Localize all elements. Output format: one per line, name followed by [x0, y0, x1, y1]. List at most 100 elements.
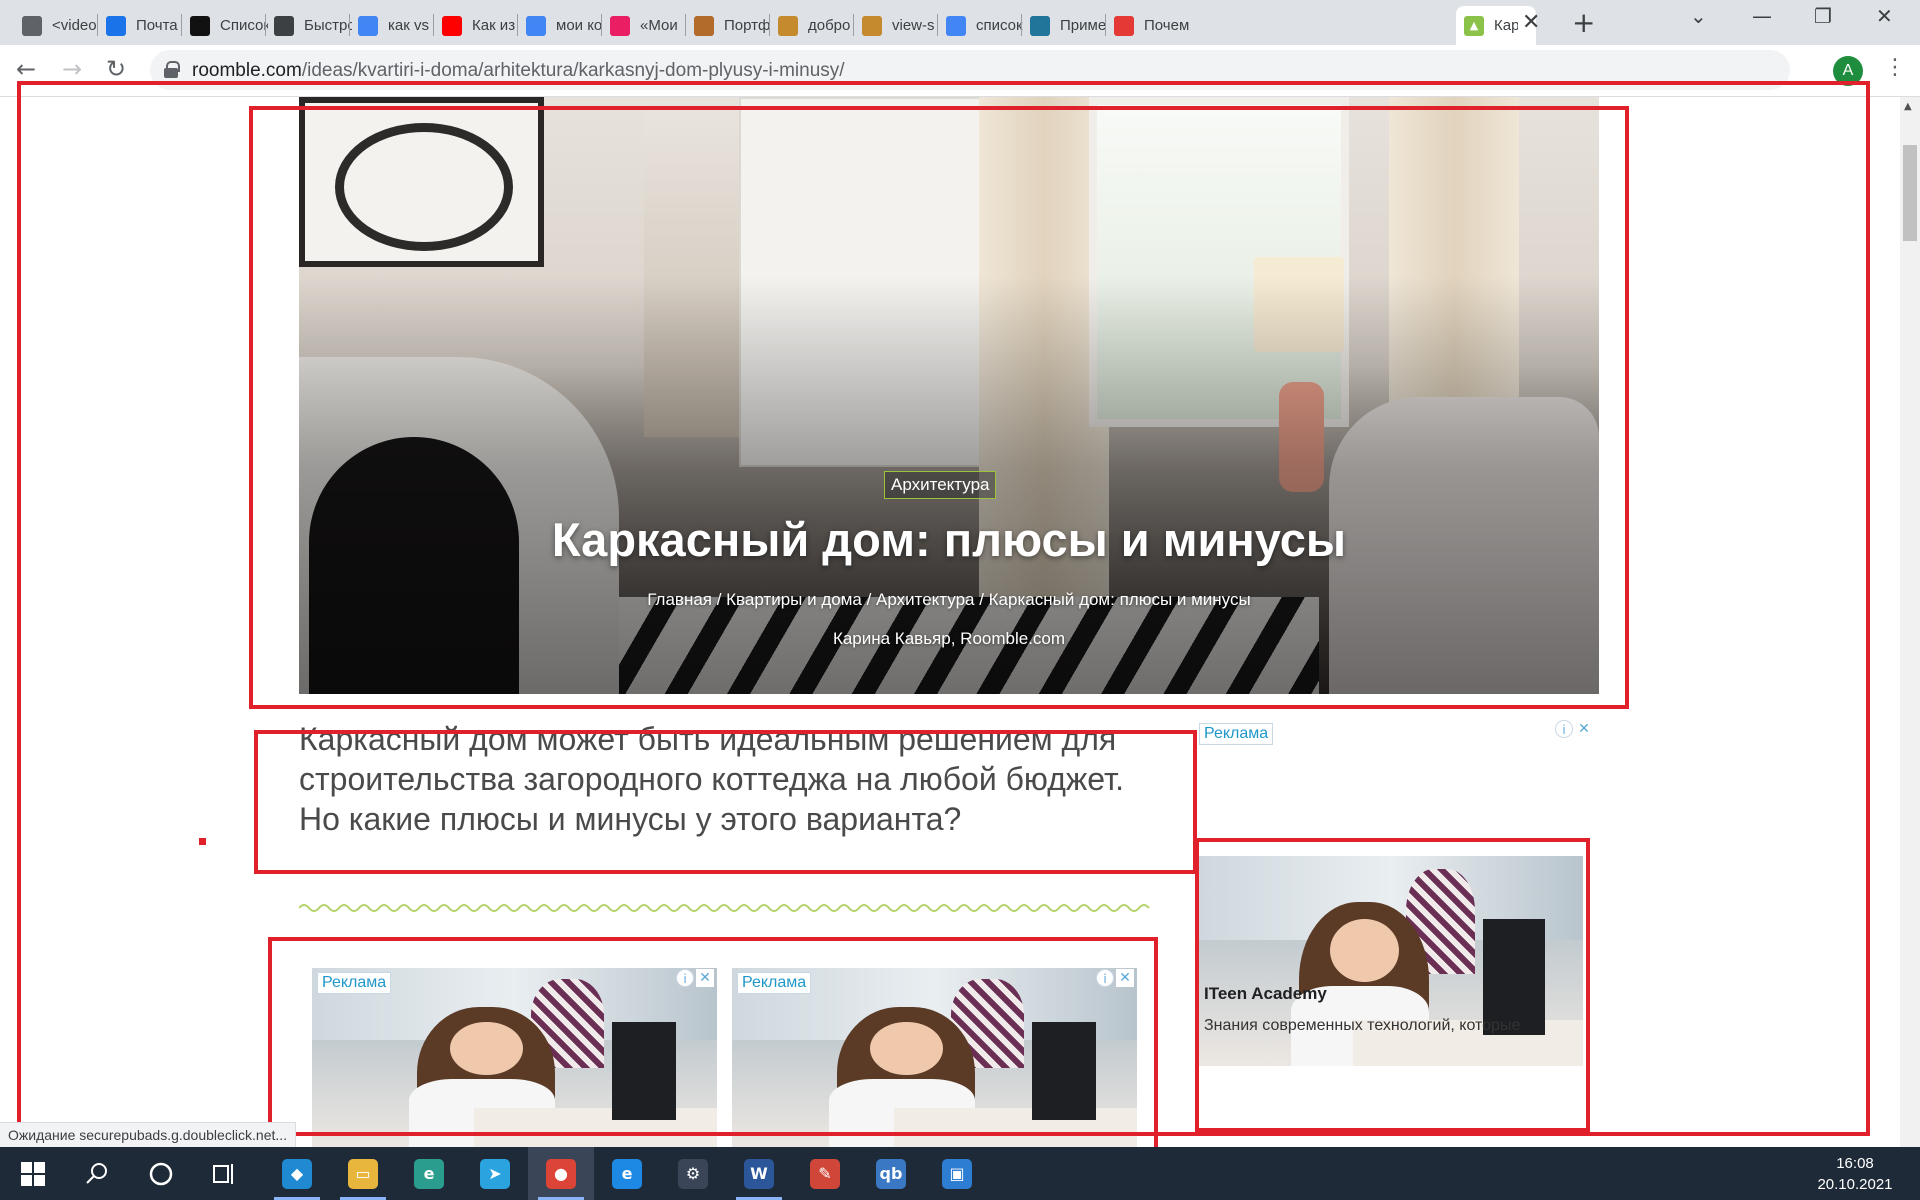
tab-separator — [433, 14, 434, 36]
tab-2[interactable]: Почта — [98, 6, 192, 45]
page-scrollbar[interactable]: ▲ — [1900, 97, 1920, 1147]
tab-separator — [853, 14, 854, 36]
triangle-icon — [862, 15, 882, 36]
tab-search-icon[interactable]: ⌄ — [1690, 4, 1707, 28]
tab-title: Почем — [1144, 17, 1190, 34]
tab-title: список — [976, 17, 1023, 34]
tab-separator — [517, 14, 518, 36]
scroll-thumb[interactable] — [1903, 145, 1917, 241]
ta-icon — [190, 15, 210, 36]
taskbar-app-qbittorrent[interactable]: qb — [858, 1147, 924, 1200]
task-view-icon — [213, 1163, 233, 1184]
tab-title: Как из — [472, 17, 516, 34]
lock-icon[interactable] — [164, 61, 180, 78]
monkey-icon — [694, 15, 714, 36]
tab-10[interactable]: добро — [770, 6, 864, 45]
tab-5[interactable]: как vs — [350, 6, 444, 45]
youtube-icon — [442, 15, 462, 36]
clock-time: 16:08 — [1836, 1155, 1874, 1172]
tab-9[interactable]: Портф — [686, 6, 780, 45]
cortana-button[interactable] — [128, 1147, 194, 1200]
taskbar-app-folder[interactable]: ▭ — [330, 1147, 396, 1200]
tab-13[interactable]: Приме — [1022, 6, 1116, 45]
edge-icon: e — [414, 1158, 444, 1189]
taskbar-app-settings[interactable]: ⚙ — [660, 1147, 726, 1200]
task-view-button[interactable] — [192, 1147, 258, 1200]
z-icon — [610, 15, 630, 36]
tab-6[interactable]: Как из — [434, 6, 528, 45]
tab-7[interactable]: мои ко — [518, 6, 612, 45]
taskbar-app-edge[interactable]: e — [396, 1147, 462, 1200]
roomble-icon: ▲ — [1464, 15, 1484, 36]
start-button[interactable] — [0, 1147, 66, 1200]
taskbar-app-paint[interactable]: ✎ — [792, 1147, 858, 1200]
chrome-icon: ● — [546, 1158, 576, 1189]
tab-title: добро — [808, 17, 851, 34]
tab-separator — [769, 14, 770, 36]
checker-icon — [1114, 15, 1134, 36]
search-button[interactable] — [64, 1147, 130, 1200]
word-icon: W — [744, 1158, 774, 1189]
tab-close-icon[interactable]: ✕ — [1522, 10, 1540, 35]
search-icon — [86, 1162, 107, 1184]
tab-title: как vs — [388, 17, 429, 34]
tab-4[interactable]: Быстро — [266, 6, 360, 45]
settings-icon: ⚙ — [678, 1158, 708, 1189]
tab-title: Портф — [724, 17, 771, 34]
taskbar-app-vscode[interactable]: ◆ — [264, 1147, 330, 1200]
google-icon — [358, 15, 378, 36]
tab-separator — [685, 14, 686, 36]
scroll-up-icon[interactable]: ▲ — [1904, 101, 1912, 112]
reload-button[interactable]: ↻ — [106, 55, 126, 83]
taskbar: 16:08 20.10.2021 ◆ ▭ e ➤ ● e ⚙ W ✎ qb ▣ — [0, 1147, 1920, 1200]
forward-button[interactable]: → — [62, 55, 82, 83]
status-bar: Ожидание securepubads.g.doubleclick.net.… — [0, 1122, 297, 1147]
tab-8[interactable]: «Мои — [602, 6, 696, 45]
clock-date: 20.10.2021 — [1817, 1176, 1893, 1193]
ie-icon: e — [612, 1158, 642, 1189]
tab-title: «Мои — [640, 17, 678, 34]
tab-separator — [1105, 14, 1106, 36]
annotation-box-side-ad — [1195, 838, 1590, 1132]
windows-icon — [21, 1161, 45, 1186]
taskbar-app-word[interactable]: W — [726, 1147, 792, 1200]
tab-strip: ▲ Кар ✕ + ⌄ — ❐ ✕ <video Почта Список Быстр… — [0, 0, 1920, 45]
taskbar-app-chrome[interactable]: ● — [528, 1147, 594, 1200]
taskbar-app-photos[interactable]: ▣ — [924, 1147, 990, 1200]
tab-title: Приме — [1060, 17, 1107, 34]
new-tab-button[interactable]: + — [1572, 6, 1595, 39]
taskbar-app-telegram[interactable]: ➤ — [462, 1147, 528, 1200]
vscode-icon: ◆ — [282, 1158, 312, 1189]
telegram-icon: ➤ — [480, 1158, 510, 1189]
tab-12[interactable]: список — [938, 6, 1032, 45]
tab-14[interactable]: Почем — [1106, 6, 1200, 45]
annotation-box-lead — [254, 730, 1197, 874]
minimize-button[interactable]: — — [1752, 4, 1772, 28]
tab-3[interactable]: Список — [182, 6, 276, 45]
close-window-button[interactable]: ✕ — [1876, 4, 1893, 28]
qbittorrent-icon: qb — [876, 1158, 906, 1189]
tab-11[interactable]: view-s — [854, 6, 948, 45]
google-icon — [526, 15, 546, 36]
taskbar-app-ie[interactable]: e — [594, 1147, 660, 1200]
tab-title: <video — [52, 17, 97, 34]
tab-separator — [937, 14, 938, 36]
tab-title: Почта — [136, 17, 178, 34]
chat-icon — [22, 15, 42, 36]
triangle-icon — [778, 15, 798, 36]
system-clock[interactable]: 16:08 20.10.2021 — [1800, 1153, 1910, 1195]
browser-menu-icon[interactable]: ⋮ — [1884, 55, 1906, 80]
cortana-icon — [149, 1162, 173, 1185]
url-text[interactable]: roomble.com/ideas/kvartiri-i-doma/arhite… — [192, 60, 845, 82]
back-button[interactable]: ← — [16, 55, 36, 83]
tab-title: view-s — [892, 17, 935, 34]
tab-separator — [601, 14, 602, 36]
annotation-box-inline-ads — [268, 937, 1158, 1170]
chart-icon — [274, 15, 294, 36]
restore-button[interactable]: ❐ — [1814, 4, 1832, 28]
tab-separator — [97, 14, 98, 36]
folder-icon: ▭ — [348, 1158, 378, 1189]
tab-1[interactable]: <video — [14, 6, 108, 45]
tab-separator — [1021, 14, 1022, 36]
tab-separator — [181, 14, 182, 36]
